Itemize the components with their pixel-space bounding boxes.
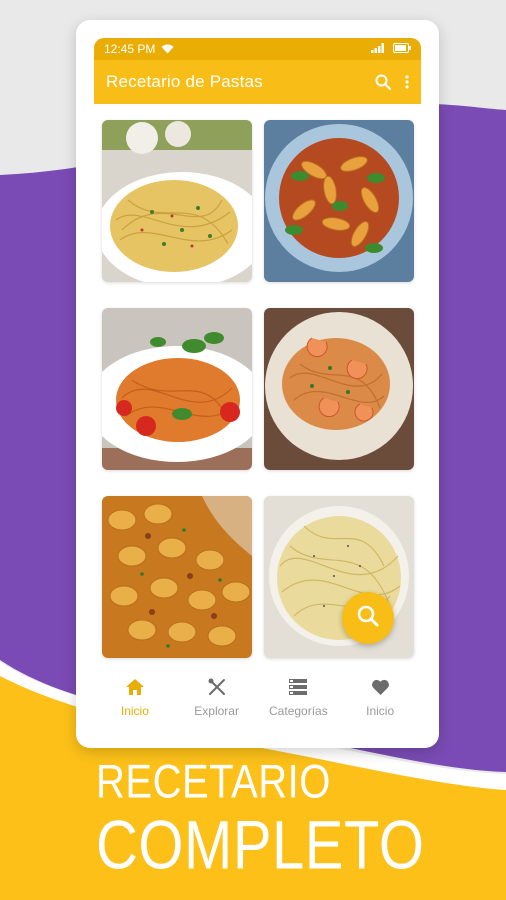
status-right <box>371 42 411 56</box>
nav-item-favoritos[interactable]: Inicio <box>340 676 420 718</box>
promo-line-1: RECETARIO <box>96 756 331 808</box>
status-bar: 12:45 PM <box>94 38 421 60</box>
nav-label: Inicio <box>366 704 395 718</box>
bottom-navigation: Inicio Explorar Categorías Inicio <box>94 676 421 732</box>
search-icon <box>356 604 380 633</box>
utensils-icon <box>207 676 227 698</box>
recipe-card-fusilli-tomato-basil[interactable] <box>264 120 414 282</box>
app-title: Recetario de Pastas <box>106 72 263 91</box>
signal-icon <box>371 42 385 56</box>
recipe-card-spaghetti-cherry-tomatoes[interactable] <box>102 308 252 470</box>
phone-frame: 12:45 PM Recetario de Pastas Inicio Expl… <box>76 20 439 748</box>
heart-icon <box>371 676 390 698</box>
app-bar: Recetario de Pastas <box>94 60 421 104</box>
battery-icon <box>393 42 411 56</box>
nav-item-explorar[interactable]: Explorar <box>177 676 257 718</box>
nav-item-categorias[interactable]: Categorías <box>258 676 338 718</box>
recipe-grid <box>102 120 414 660</box>
nav-label: Categorías <box>269 704 328 718</box>
nav-label: Explorar <box>194 704 239 718</box>
recipe-card-shells-meat-sauce[interactable] <box>102 496 252 658</box>
nav-item-inicio[interactable]: Inicio <box>95 676 175 718</box>
status-time: 12:45 PM <box>104 42 156 56</box>
home-icon <box>125 676 145 698</box>
more-vert-icon[interactable] <box>405 75 409 89</box>
wifi-icon <box>161 44 174 54</box>
recipe-card-fettuccine-shrimp-sauce[interactable] <box>264 308 414 470</box>
nav-label: Inicio <box>120 704 149 718</box>
recipe-card-spaghetti-garlic-oil[interactable] <box>102 120 252 282</box>
search-icon[interactable] <box>375 74 391 90</box>
search-fab[interactable] <box>342 592 394 644</box>
recipe-card-spaghetti-cacio-pepe[interactable] <box>264 496 414 658</box>
list-icon <box>289 676 308 698</box>
promo-line-2: COMPLETO <box>96 807 425 884</box>
